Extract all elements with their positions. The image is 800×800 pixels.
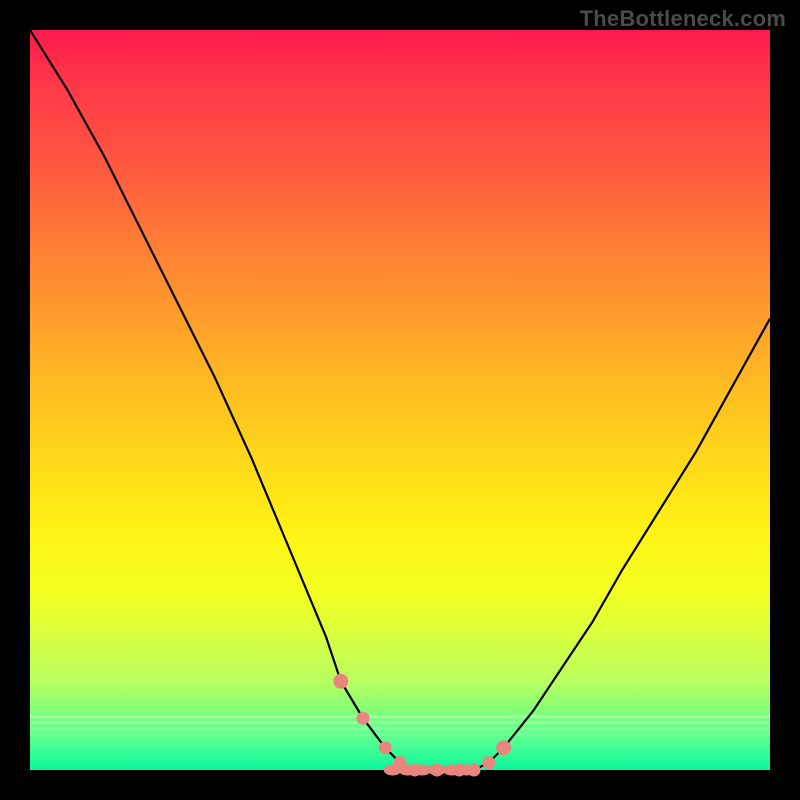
curve-dot bbox=[458, 765, 476, 776]
curve-line bbox=[30, 30, 770, 770]
bottleneck-curve bbox=[30, 30, 770, 770]
curve-dot bbox=[496, 740, 511, 755]
watermark-text: TheBottleneck.com bbox=[580, 6, 786, 32]
curve-dots bbox=[333, 674, 511, 777]
curve-dot bbox=[482, 756, 495, 769]
chart-frame: TheBottleneck.com bbox=[0, 0, 800, 800]
curve-dot bbox=[333, 674, 348, 689]
curve-dot bbox=[379, 741, 392, 754]
curve-dot bbox=[357, 712, 370, 725]
plot-area bbox=[30, 30, 770, 770]
